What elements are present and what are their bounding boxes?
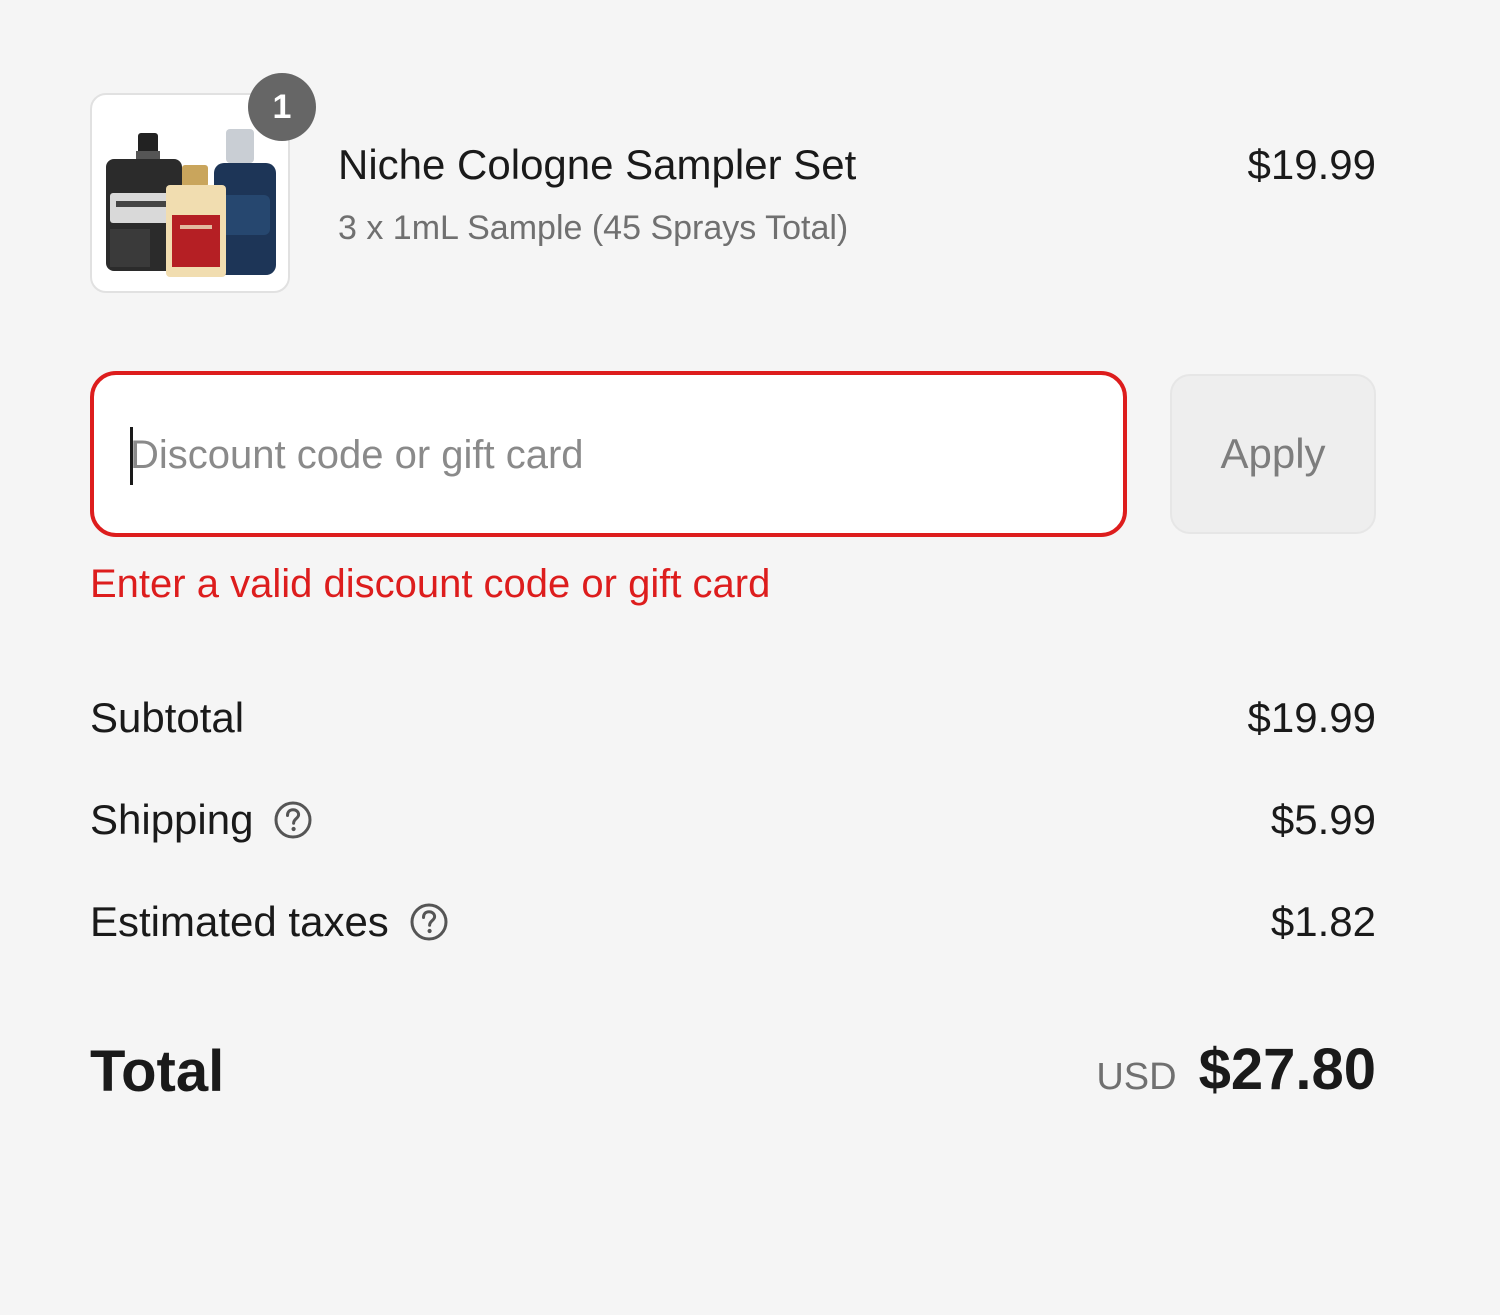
order-summary: 1 Niche Cologne Sampler Set 3 x 1mL Samp… — [90, 0, 1376, 1315]
total-value: USD $27.80 — [1096, 1036, 1376, 1103]
discount-error-message: Enter a valid discount code or gift card — [90, 562, 771, 606]
text-cursor — [130, 427, 133, 485]
product-thumbnail: 1 — [90, 73, 316, 293]
shipping-label: Shipping — [90, 796, 254, 843]
product-price: $19.99 — [1247, 141, 1376, 188]
currency-code: USD — [1096, 1056, 1177, 1098]
taxes-help-icon[interactable] — [409, 902, 449, 942]
quantity-badge: 1 — [248, 73, 316, 141]
line-item: 1 Niche Cologne Sampler Set 3 x 1mL Samp… — [90, 73, 1376, 297]
shipping-row: Shipping $5.99 — [90, 796, 1376, 852]
product-variant: 3 x 1mL Sample (45 Sprays Total) — [338, 209, 849, 247]
shipping-value: $5.99 — [1270, 796, 1376, 843]
total-amount: $27.80 — [1198, 1037, 1376, 1102]
discount-field[interactable] — [90, 371, 1127, 537]
cologne-bottles-image — [106, 129, 276, 277]
shipping-help-icon[interactable] — [273, 800, 313, 840]
subtotal-label: Subtotal — [90, 694, 245, 741]
total-label: Total — [90, 1039, 225, 1104]
taxes-row: Estimated taxes $1.82 — [90, 898, 1376, 954]
subtotal-value: $19.99 — [1247, 694, 1376, 741]
taxes-value: $1.82 — [1270, 898, 1376, 945]
discount-code-input[interactable] — [130, 405, 1090, 505]
apply-button[interactable]: Apply — [1170, 374, 1376, 534]
subtotal-row: Subtotal $19.99 — [90, 694, 1376, 750]
product-title: Niche Cologne Sampler Set — [338, 141, 857, 188]
taxes-label: Estimated taxes — [90, 898, 389, 945]
